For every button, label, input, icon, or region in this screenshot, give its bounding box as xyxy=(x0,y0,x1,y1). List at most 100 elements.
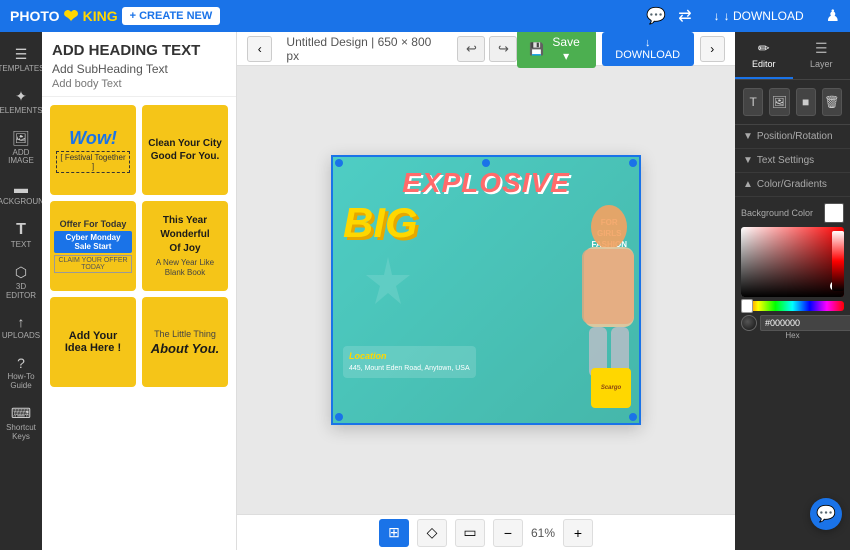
shortcuts-icon: ⌨ xyxy=(11,405,31,422)
howto-icon: ? xyxy=(17,355,25,371)
template-panel: ADD HEADING TEXT Add SubHeading Text Add… xyxy=(42,32,237,550)
zoom-in-button[interactable]: + xyxy=(563,519,593,547)
hex-input[interactable] xyxy=(760,315,850,331)
undo-button[interactable]: ↩ xyxy=(457,36,485,62)
template-card-idea[interactable]: Add YourIdea Here ! xyxy=(50,297,136,387)
create-new-button[interactable]: + CREATE NEW xyxy=(122,7,221,25)
canvas-toolbar: ‹ Untitled Design | 650 × 800 px ↩ ↪ 💾 ↓… xyxy=(237,32,735,66)
location-label: Location xyxy=(349,350,470,364)
card-wow-title: Wow! xyxy=(69,128,117,149)
canvas-design[interactable]: EXPLOSIVE BIG FORGIRLSFASHION xyxy=(331,155,641,425)
add-subheading-text[interactable]: Add SubHeading Text xyxy=(52,62,226,76)
editor-tab-icon: ✏ xyxy=(758,40,770,57)
user-icon[interactable]: ♟ xyxy=(826,6,840,26)
chevron-down-icon-2: ▼ xyxy=(743,155,753,166)
next-page-button[interactable]: › xyxy=(700,36,725,62)
add-heading-text[interactable]: ADD HEADING TEXT xyxy=(52,42,226,59)
shape-tool-button[interactable]: ■ xyxy=(796,88,816,116)
right-panel-tabs: ✏ Editor ☰ Layer xyxy=(735,32,850,80)
template-card-year[interactable]: This YearWonderfulOf Joy A New Year Like… xyxy=(142,201,228,291)
card-clean-title: Clean Your CityGood For You. xyxy=(148,137,222,163)
handle-tl[interactable] xyxy=(335,159,343,167)
hex-label: Hex xyxy=(741,331,844,340)
person-figure xyxy=(529,187,639,387)
sidebar-item-add-image[interactable]: 🖼 ADD IMAGE xyxy=(2,124,40,173)
handle-tr[interactable] xyxy=(629,159,637,167)
image-tool-button[interactable]: 🖼 xyxy=(769,88,789,116)
card-year-sub: A New Year LikeBlank Book xyxy=(156,258,214,279)
text-settings-section: ▼ Text Settings xyxy=(735,149,850,173)
card-offer-cta: CLAIM YOUR OFFER TODAY xyxy=(54,255,132,273)
zoom-out-button[interactable]: − xyxy=(493,519,523,547)
design-badge: Scargo xyxy=(591,368,631,408)
save-icon: 💾 xyxy=(529,42,544,56)
color-picker-area: Background Color ▾ Hex xyxy=(735,197,850,346)
template-card-offer[interactable]: Offer For Today Cyber Monday Sale Start … xyxy=(50,201,136,291)
card-offer-sale: Cyber Monday Sale Start xyxy=(54,231,132,253)
position-rotation-toggle[interactable]: ▼ Position/Rotation xyxy=(743,131,842,142)
template-grid: Wow! [ Festival Together ] Clean Your Ci… xyxy=(42,97,236,395)
text-settings-toggle[interactable]: ▼ Text Settings xyxy=(743,155,842,166)
zoom-level: 61% xyxy=(531,526,555,540)
redo-button[interactable]: ↪ xyxy=(489,36,517,62)
tab-layer[interactable]: ☰ Layer xyxy=(793,32,850,79)
canvas-title: Untitled Design | 650 × 800 px xyxy=(278,35,451,63)
sidebar-item-3d-editor[interactable]: ⬡ 3D EDITOR xyxy=(2,258,40,307)
sidebar-item-elements[interactable]: ✦ ELEMENTS xyxy=(2,82,40,122)
hue-cursor[interactable] xyxy=(741,299,753,313)
download-button[interactable]: ↓ DOWNLOAD xyxy=(602,32,694,66)
tab-editor[interactable]: ✏ Editor xyxy=(735,32,793,79)
add-body-text[interactable]: Add body Text xyxy=(52,78,226,90)
delete-tool-button[interactable]: 🗑 xyxy=(822,88,842,116)
right-panel-tools: T 🖼 ■ 🗑 xyxy=(735,80,850,125)
toolbar-right: 💾 ↓ DOWNLOAD Save ▾ ↓ DOWNLOAD › xyxy=(517,32,725,68)
hue-slider[interactable] xyxy=(741,301,844,311)
chat-button[interactable]: 💬 xyxy=(810,498,842,530)
screen-button[interactable]: ▭ xyxy=(455,519,485,547)
handle-bl[interactable] xyxy=(335,413,343,421)
bottom-toolbar: ⊞ ◇ ▭ − 61% + xyxy=(237,514,735,550)
red-strip[interactable] xyxy=(832,231,844,291)
logo-heart: ❤ xyxy=(64,6,79,27)
prev-page-button[interactable]: ‹ xyxy=(247,36,272,62)
elements-icon: ✦ xyxy=(15,88,27,105)
chat-icon[interactable]: 💬 xyxy=(646,6,666,26)
sidebar: ☰ TEMPLATES ✦ ELEMENTS 🖼 ADD IMAGE ▬ BAC… xyxy=(0,32,42,550)
sidebar-item-text[interactable]: T TEXT xyxy=(2,215,40,256)
sidebar-item-uploads[interactable]: ↑ UPLOADS xyxy=(2,308,40,347)
card-idea-title: Add YourIdea Here ! xyxy=(65,330,121,354)
logo: PHOTO ❤ KING + CREATE NEW xyxy=(10,6,220,27)
text-tool-button[interactable]: T xyxy=(743,88,763,116)
grid-view-button[interactable]: ⊞ xyxy=(379,519,409,547)
template-card-about[interactable]: The Little Thing About You. xyxy=(142,297,228,387)
badge-text: Scargo xyxy=(601,385,621,391)
download-button[interactable]: ↓ ↓ DOWNLOAD xyxy=(704,5,814,27)
save-button[interactable]: 💾 ↓ DOWNLOAD Save ▾ xyxy=(517,32,595,68)
template-card-wow[interactable]: Wow! [ Festival Together ] xyxy=(50,105,136,195)
handle-tc[interactable] xyxy=(482,159,490,167)
toolbar-left: ‹ Untitled Design | 650 × 800 px ↩ ↪ xyxy=(247,35,517,63)
add-image-icon: 🖼 xyxy=(12,130,30,147)
color-gradient-picker[interactable] xyxy=(741,227,844,297)
design-big-text: BIG xyxy=(343,199,418,247)
topbar-right: 💬 ⇄ ↓ ↓ DOWNLOAD ♟ xyxy=(646,5,840,27)
bg-color-swatch[interactable] xyxy=(824,203,844,223)
background-icon: ▬ xyxy=(14,180,28,196)
chevron-down-icon: ▼ xyxy=(743,131,753,142)
color-gradients-toggle[interactable]: ▲ Color/Gradients xyxy=(743,179,842,190)
main-layout: ☰ TEMPLATES ✦ ELEMENTS 🖼 ADD IMAGE ▬ BAC… xyxy=(0,32,850,550)
gradient-picker-bg[interactable] xyxy=(741,227,844,297)
handle-br[interactable] xyxy=(629,413,637,421)
right-panel: ✏ Editor ☰ Layer T 🖼 ■ 🗑 ▼ Position/Rota… xyxy=(735,32,850,550)
sidebar-item-shortcuts[interactable]: ⌨ Shortcut Keys xyxy=(2,399,40,448)
sidebar-item-templates[interactable]: ☰ TEMPLATES xyxy=(2,40,40,80)
canvas-wrapper: EXPLOSIVE BIG FORGIRLSFASHION xyxy=(237,66,735,514)
sidebar-item-background[interactable]: ▬ BACKGROUND xyxy=(2,174,40,213)
template-card-clean[interactable]: Clean Your CityGood For You. xyxy=(142,105,228,195)
card-year-title: This YearWonderfulOf Joy xyxy=(160,214,209,256)
sidebar-item-how-to[interactable]: ? How-To Guide xyxy=(2,349,40,397)
text-icon: T xyxy=(16,221,26,239)
card-about-title: About You. xyxy=(151,341,220,356)
share-icon[interactable]: ⇄ xyxy=(678,6,691,26)
eraser-button[interactable]: ◇ xyxy=(417,519,447,547)
